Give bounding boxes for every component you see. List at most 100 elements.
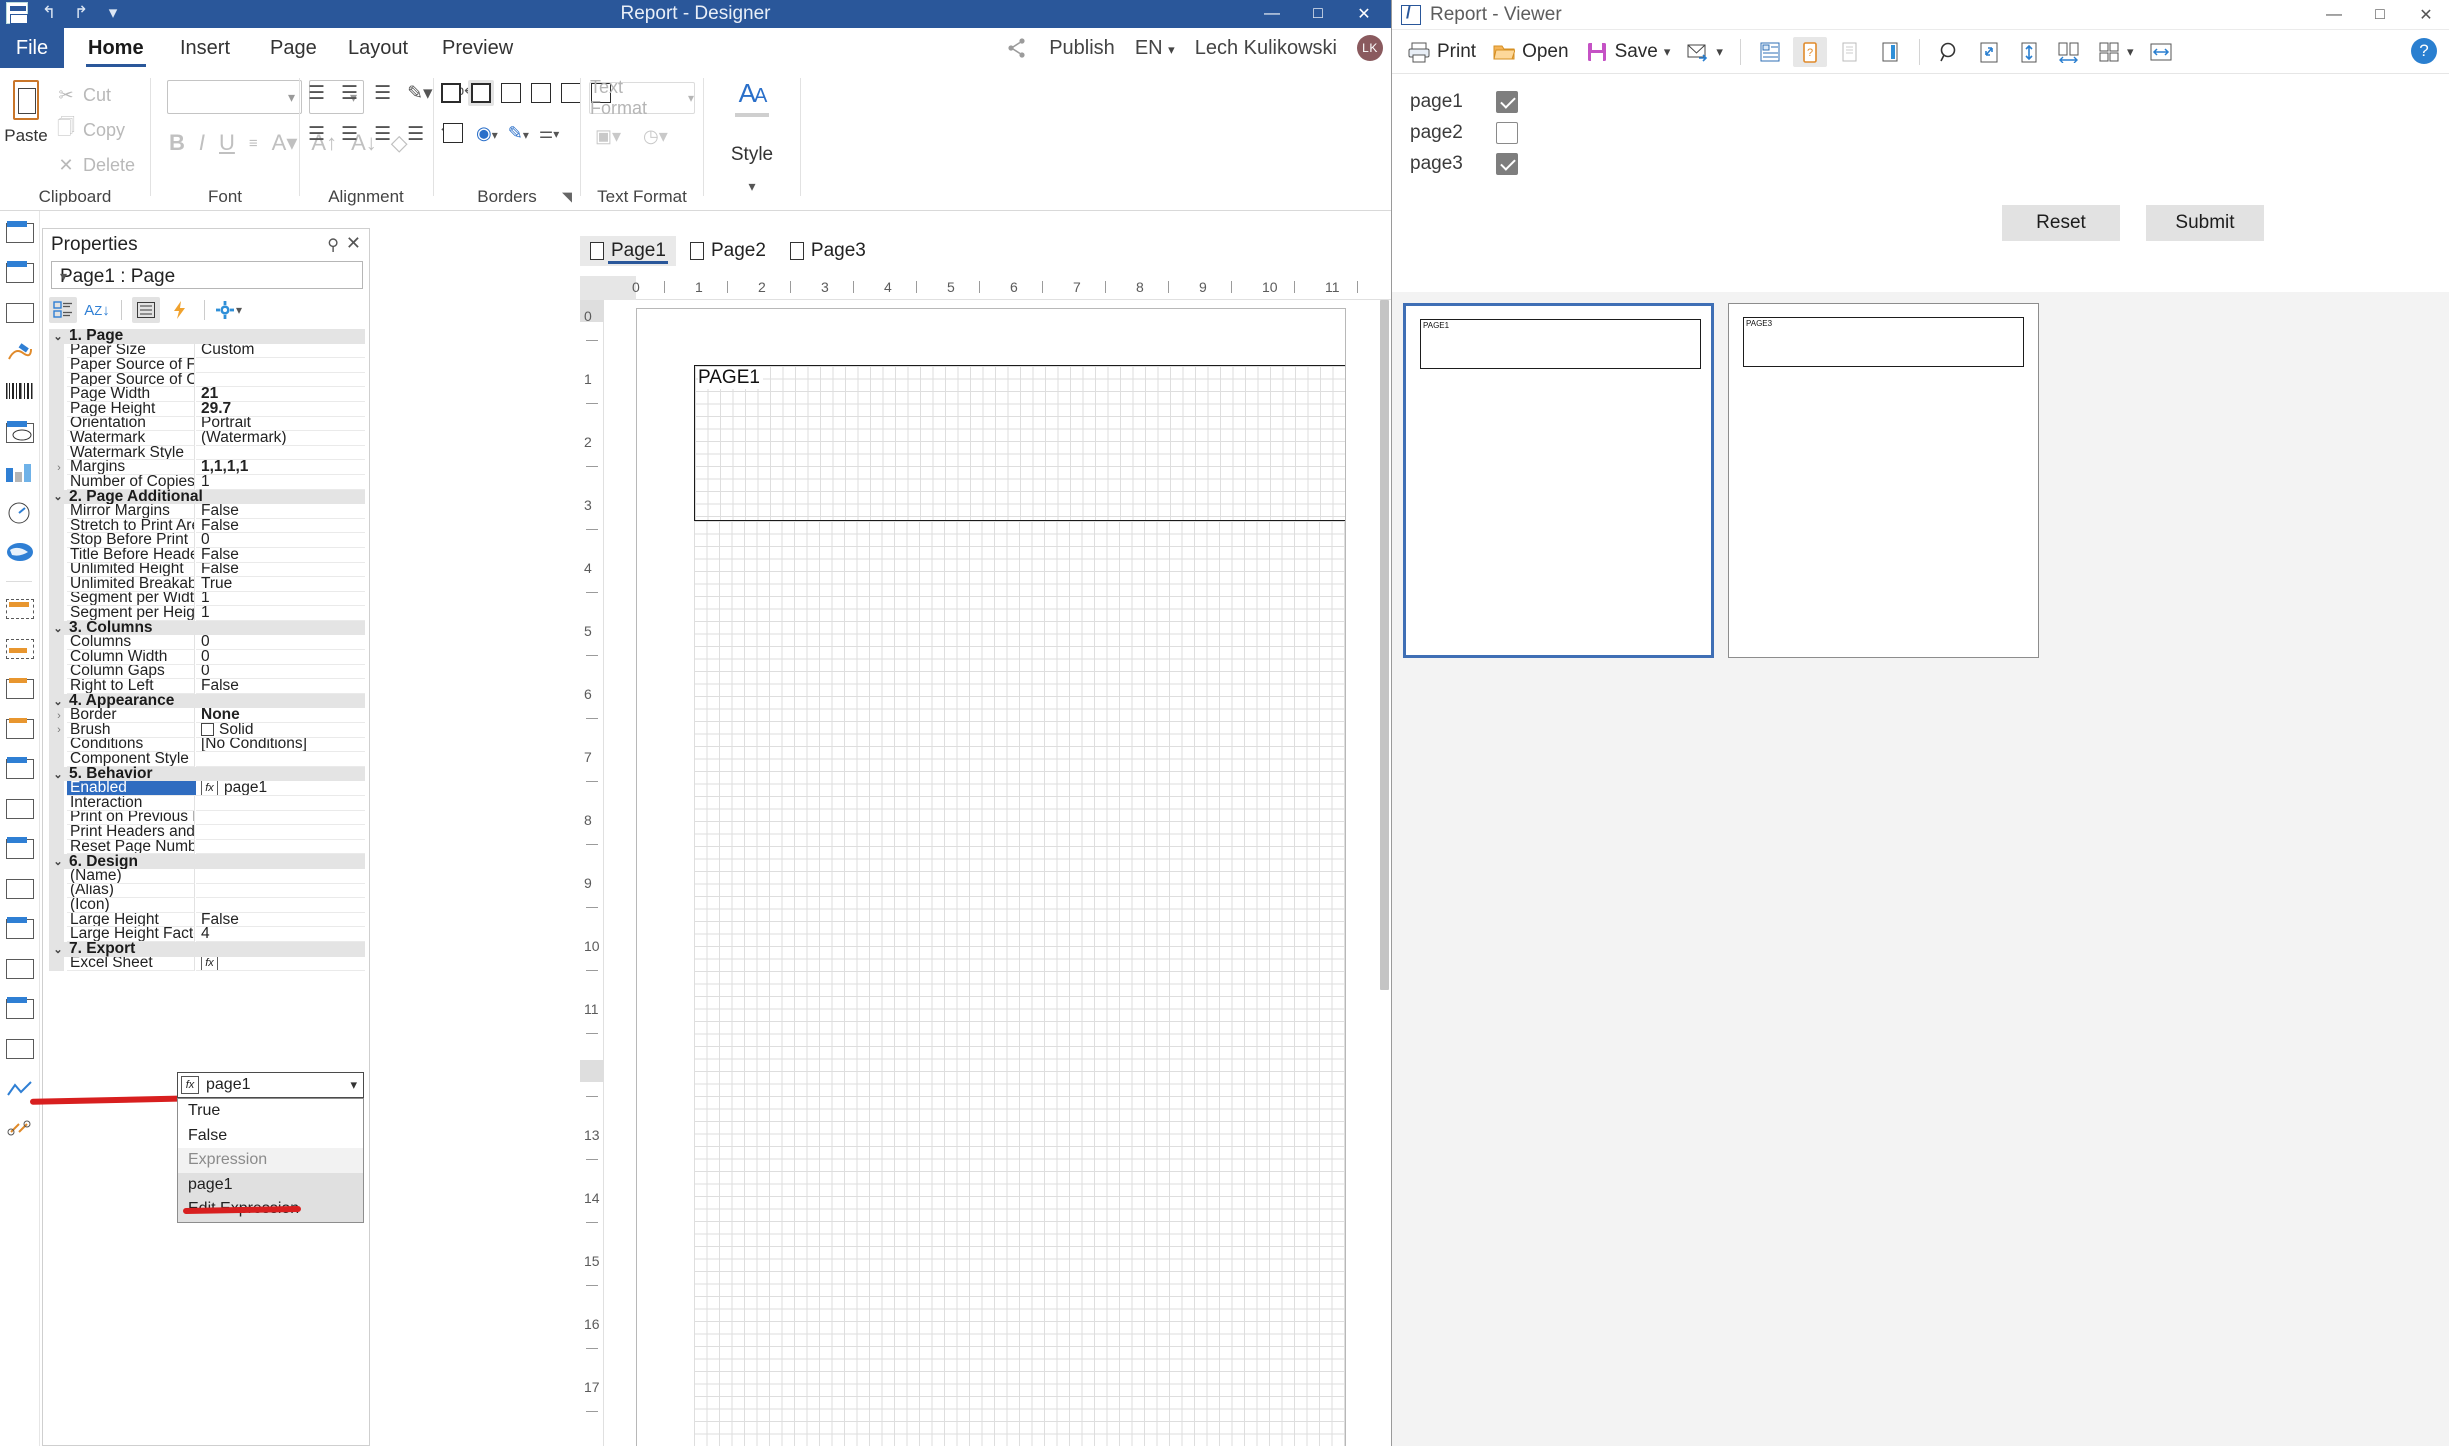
font-color-button[interactable]: A▾ bbox=[272, 130, 298, 156]
bold-button[interactable]: B bbox=[169, 130, 185, 156]
align-top-icon[interactable]: ☰ bbox=[308, 123, 325, 146]
avatar[interactable]: LK bbox=[1357, 35, 1383, 61]
band-footer-icon[interactable] bbox=[4, 755, 36, 785]
chevron-down-icon[interactable]: ▾ bbox=[1716, 44, 1723, 60]
tool-chart-icon[interactable] bbox=[4, 459, 36, 489]
property-row[interactable]: Print Headers and Footers fro bbox=[49, 825, 365, 840]
chevron-down-icon[interactable]: ▾ bbox=[350, 1077, 357, 1093]
language-selector[interactable]: EN ▾ bbox=[1135, 37, 1175, 60]
property-value[interactable] bbox=[196, 868, 365, 884]
page-design-button[interactable] bbox=[1873, 37, 1907, 67]
property-row[interactable]: Column Width 0 bbox=[49, 650, 365, 665]
property-row[interactable]: Interaction bbox=[49, 796, 365, 811]
tool-map-icon[interactable] bbox=[4, 539, 36, 569]
band-data-icon[interactable] bbox=[4, 715, 36, 745]
property-row[interactable]: Unlimited Breakable True bbox=[49, 577, 365, 592]
chevron-down-icon[interactable]: ⌄ bbox=[49, 490, 67, 503]
events-lightning-icon[interactable] bbox=[166, 297, 194, 323]
property-row[interactable]: Columns 0 bbox=[49, 635, 365, 651]
page-tab-page3[interactable]: Page3 bbox=[780, 236, 876, 266]
fit-width-button[interactable] bbox=[2144, 37, 2178, 67]
report-preview-area[interactable]: PAGE1 PAGE3 bbox=[1392, 292, 2449, 1446]
close-icon[interactable]: ✕ bbox=[1341, 0, 1387, 28]
alphabetical-sort-icon[interactable]: AZ↓ bbox=[83, 297, 111, 323]
border-none-icon[interactable] bbox=[468, 80, 494, 106]
tab-file[interactable]: File bbox=[0, 28, 64, 68]
border-shadow-icon[interactable] bbox=[440, 120, 466, 146]
text-format-combo[interactable]: Text Format ▾ bbox=[589, 77, 695, 118]
property-value[interactable]: Custom bbox=[196, 343, 365, 359]
property-value[interactable] bbox=[196, 752, 365, 767]
delete-button[interactable]: ✕ Delete bbox=[55, 154, 135, 176]
borders-dialog-launcher-icon[interactable]: ◥ bbox=[562, 189, 572, 205]
color-swatch[interactable] bbox=[201, 723, 214, 737]
property-category[interactable]: ⌄ 5. Behavior bbox=[49, 765, 365, 782]
share-icon[interactable] bbox=[1005, 36, 1029, 60]
property-category[interactable]: ⌄ 3. Columns bbox=[49, 619, 365, 636]
pin-icon[interactable]: ⚲ bbox=[327, 235, 339, 255]
border-all-icon[interactable] bbox=[438, 80, 464, 106]
properties-list-icon[interactable] bbox=[132, 297, 160, 323]
property-row[interactable]: › Border None bbox=[49, 708, 365, 724]
property-category[interactable]: ⌄ 6. Design bbox=[49, 853, 365, 870]
tool-richtext-icon[interactable] bbox=[4, 299, 36, 329]
tool-subreport-icon[interactable] bbox=[4, 1035, 36, 1065]
submit-button[interactable]: Submit bbox=[2146, 205, 2264, 241]
tool-cross-tab-icon[interactable] bbox=[4, 955, 36, 985]
band-report-title-icon[interactable] bbox=[4, 595, 36, 625]
border-left-icon[interactable] bbox=[498, 80, 524, 106]
property-value[interactable] bbox=[196, 372, 365, 388]
property-row[interactable]: Stop Before Print 0 bbox=[49, 533, 365, 548]
horizontal-ruler[interactable]: 0 1 2 3 4 5 6 7 8 9 10 11 bbox=[580, 276, 1391, 300]
property-row[interactable]: Watermark Style bbox=[49, 445, 365, 461]
preview-page-2[interactable]: PAGE3 bbox=[1728, 303, 2039, 658]
parameter-checkbox-page2[interactable] bbox=[1496, 122, 1518, 144]
two-page-button[interactable] bbox=[2052, 37, 2086, 67]
minimize-icon[interactable]: — bbox=[1249, 0, 1295, 28]
expression-fx-icon[interactable]: fx bbox=[201, 956, 218, 971]
property-row[interactable]: (Icon) bbox=[49, 898, 365, 913]
align-right-icon[interactable]: ☰ bbox=[374, 82, 391, 105]
band-empty-icon[interactable] bbox=[4, 915, 36, 945]
categorized-icon[interactable] bbox=[49, 297, 77, 323]
chevron-down-icon[interactable]: ▾ bbox=[1664, 44, 1671, 60]
underline-button[interactable]: U bbox=[219, 130, 235, 156]
align-center-icon[interactable]: ☰ bbox=[341, 82, 358, 105]
bookmarks-panel-button[interactable] bbox=[1753, 37, 1787, 67]
property-value[interactable]: False bbox=[196, 912, 365, 928]
property-row[interactable]: Segment per Width 1 bbox=[49, 591, 365, 607]
tab-preview[interactable]: Preview bbox=[434, 28, 521, 68]
style-button[interactable]: AA bbox=[704, 78, 800, 117]
print-button[interactable]: Print bbox=[1402, 37, 1481, 67]
property-row[interactable]: Title Before Header False bbox=[49, 547, 365, 563]
property-row[interactable]: Excel Sheet fx bbox=[49, 956, 365, 972]
property-value[interactable]: None bbox=[196, 708, 365, 724]
tool-panel-icon[interactable] bbox=[4, 995, 36, 1025]
property-row[interactable]: (Alias) bbox=[49, 883, 365, 899]
chevron-right-icon[interactable]: › bbox=[52, 708, 66, 723]
font-family-combo[interactable]: ▾ bbox=[167, 80, 302, 114]
property-row[interactable]: Conditions [No Conditions] bbox=[49, 737, 365, 753]
tool-gauge-icon[interactable] bbox=[4, 499, 36, 529]
property-value[interactable] bbox=[196, 358, 365, 373]
chevron-right-icon[interactable]: › bbox=[52, 460, 66, 475]
copy-button[interactable]: 🗍 Copy bbox=[55, 117, 125, 141]
property-row[interactable]: Column Gaps 0 bbox=[49, 664, 365, 680]
property-value[interactable]: True bbox=[196, 577, 365, 592]
scrollbar-thumb[interactable] bbox=[1380, 300, 1389, 990]
border-style-icon[interactable]: ⚌▾ bbox=[539, 123, 559, 143]
property-row[interactable]: › Margins 1,1,1,1 bbox=[49, 460, 365, 475]
settings-gear-icon[interactable]: ▾ bbox=[215, 297, 243, 323]
property-value[interactable]: fx bbox=[196, 956, 365, 972]
property-row[interactable]: Stretch to Print Area False bbox=[49, 518, 365, 534]
property-value[interactable]: fx page1 bbox=[196, 781, 365, 796]
property-value[interactable]: Portrait bbox=[196, 416, 365, 432]
property-row[interactable]: › Brush Solid bbox=[49, 723, 365, 738]
page-tab-page2[interactable]: Page2 bbox=[680, 236, 776, 266]
property-row[interactable]: Large Height False bbox=[49, 912, 365, 928]
preview-page-1[interactable]: PAGE1 bbox=[1403, 303, 1714, 658]
property-value[interactable]: False bbox=[196, 679, 365, 694]
property-row[interactable]: (Name) bbox=[49, 868, 365, 884]
property-row[interactable]: Unlimited Height False bbox=[49, 562, 365, 578]
chevron-down-icon[interactable]: ⌄ bbox=[49, 768, 67, 781]
